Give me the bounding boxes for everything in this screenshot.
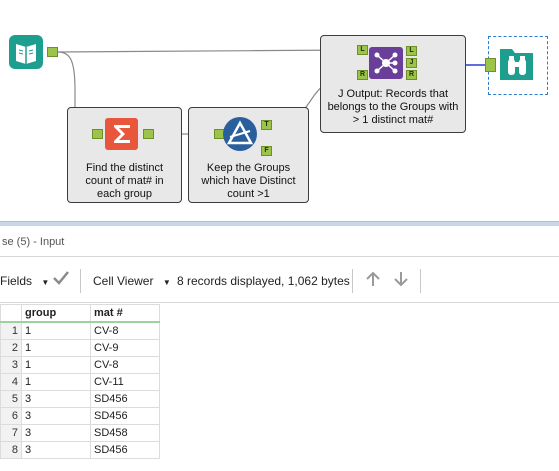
cell-mat[interactable]: CV-8 — [90, 356, 160, 374]
cell-group[interactable]: 3 — [21, 390, 91, 408]
fields-dropdown[interactable]: Fields ▼ — [0, 274, 49, 288]
cell-viewer-dropdown[interactable]: Cell Viewer ▼ — [93, 274, 171, 288]
cell-viewer-label: Cell Viewer — [93, 274, 154, 288]
results-title: se (5) - Input — [2, 236, 65, 248]
toolbar-divider — [352, 269, 353, 293]
row-number: 7 — [0, 424, 22, 442]
column-header-group[interactable]: group — [21, 304, 91, 323]
cell-mat[interactable]: CV-8 — [90, 321, 160, 340]
join-tool[interactable] — [368, 46, 404, 80]
cell-group[interactable]: 3 — [21, 407, 91, 425]
cell-group[interactable]: 1 — [21, 339, 91, 357]
row-number: 8 — [0, 441, 22, 459]
join-tool-label: J Output: Records that belongs to the Gr… — [327, 88, 459, 126]
cell-group[interactable]: 3 — [21, 441, 91, 459]
cell-group[interactable]: 1 — [21, 356, 91, 374]
table-row[interactable]: 8 3 SD456 — [0, 441, 160, 459]
cell-mat[interactable]: SD456 — [90, 441, 160, 459]
join-right-input-anchor[interactable]: R — [357, 70, 368, 80]
results-grid: group mat # 1 1 CV-8 2 1 CV-9 3 1 CV-8 4… — [0, 304, 160, 459]
input-tool[interactable] — [8, 34, 46, 70]
filter-tool[interactable] — [222, 116, 258, 152]
summarize-output-anchor[interactable] — [143, 129, 154, 139]
sigma-icon — [105, 118, 138, 150]
summarize-tool-label: Find the distinct count of mat# in each … — [85, 162, 164, 200]
table-row[interactable]: 3 1 CV-8 — [0, 356, 160, 374]
cell-mat[interactable]: SD456 — [90, 407, 160, 425]
filter-tool-label: Keep the Groups which have Distinct coun… — [201, 162, 296, 200]
book-icon — [9, 35, 43, 69]
row-number: 4 — [0, 373, 22, 391]
row-number: 3 — [0, 356, 22, 374]
chevron-down-icon: ▼ — [162, 278, 171, 287]
table-row[interactable]: 4 1 CV-11 — [0, 373, 160, 391]
row-number: 1 — [0, 321, 22, 340]
row-number: 2 — [0, 339, 22, 357]
workflow-canvas[interactable]: Find the distinct count of mat# in each … — [0, 0, 559, 221]
table-row[interactable]: 5 3 SD456 — [0, 390, 160, 408]
row-number: 6 — [0, 407, 22, 425]
browse-tool[interactable] — [498, 45, 536, 83]
join-left-output-anchor[interactable]: L — [406, 46, 417, 56]
binoculars-icon — [500, 49, 533, 80]
cell-group[interactable]: 1 — [21, 373, 91, 391]
summarize-tool[interactable] — [104, 117, 140, 151]
records-status: 8 records displayed, 1,062 bytes — [177, 274, 350, 288]
cell-group[interactable]: 3 — [21, 424, 91, 442]
join-left-input-anchor[interactable]: L — [357, 45, 368, 55]
fields-label: Fields — [0, 274, 33, 288]
table-row[interactable]: 2 1 CV-9 — [0, 339, 160, 357]
summarize-input-anchor[interactable] — [92, 129, 103, 139]
wire-input-to-join — [57, 49, 359, 53]
toolbar-divider — [420, 269, 421, 293]
cell-mat[interactable]: CV-9 — [90, 339, 160, 357]
results-header: se (5) - Input — [0, 226, 559, 257]
arrow-up-icon[interactable] — [364, 270, 382, 291]
cell-mat[interactable]: SD456 — [90, 390, 160, 408]
join-right-output-anchor[interactable]: R — [406, 70, 417, 80]
row-number-header — [0, 304, 22, 323]
table-row[interactable]: 7 3 SD458 — [0, 424, 160, 442]
toolbar-divider — [80, 269, 81, 293]
browse-input-anchor[interactable] — [485, 58, 496, 72]
results-toolbar: Fields ▼ Cell Viewer ▼ 8 records display… — [0, 257, 559, 303]
table-row[interactable]: 6 3 SD456 — [0, 407, 160, 425]
input-output-anchor[interactable] — [47, 47, 58, 57]
join-join-output-anchor[interactable]: J — [406, 58, 417, 68]
filter-true-anchor[interactable]: T — [261, 120, 272, 130]
cell-mat[interactable]: CV-11 — [90, 373, 160, 391]
cell-mat[interactable]: SD458 — [90, 424, 160, 442]
chevron-down-icon: ▼ — [41, 278, 50, 287]
cell-group[interactable]: 1 — [21, 321, 91, 340]
arrow-down-icon[interactable] — [392, 270, 410, 291]
filter-triangle-icon — [223, 117, 257, 151]
column-header-mat[interactable]: mat # — [90, 304, 160, 323]
filter-false-anchor[interactable]: F — [261, 146, 272, 156]
checkmark-icon[interactable] — [52, 270, 70, 289]
row-number: 5 — [0, 390, 22, 408]
table-row[interactable]: 1 1 CV-8 — [0, 321, 160, 340]
join-icon — [369, 47, 403, 79]
